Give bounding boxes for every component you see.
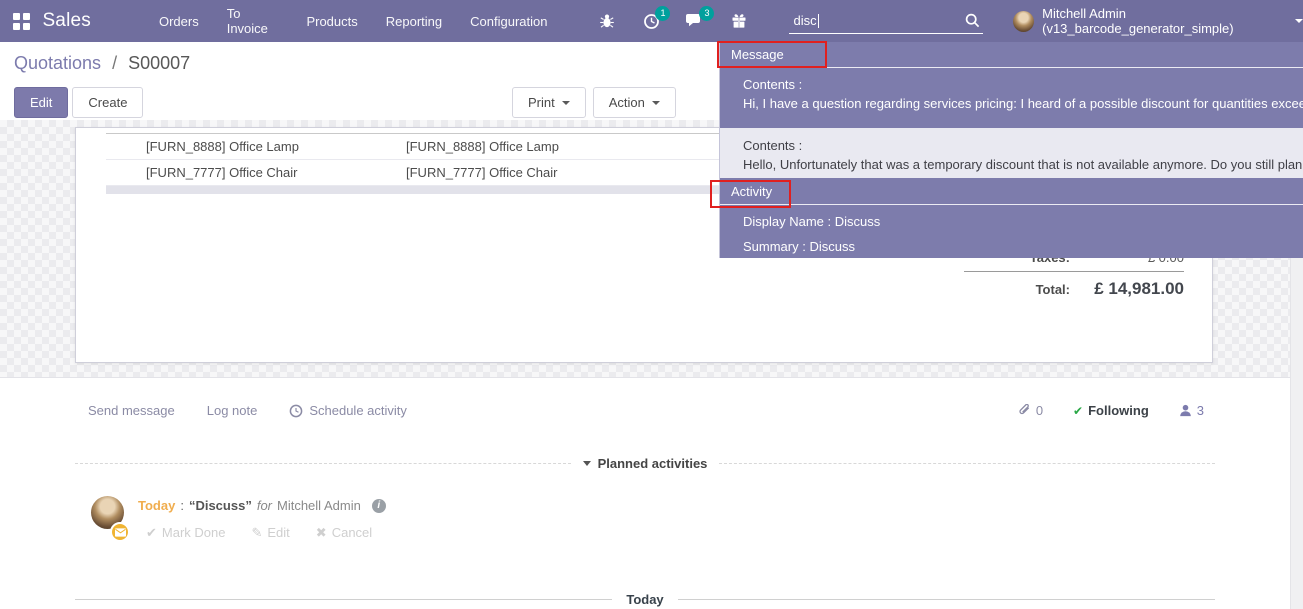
colon: : bbox=[180, 498, 184, 513]
messages-count-badge: 3 bbox=[699, 6, 714, 21]
apps-grid-icon bbox=[13, 13, 30, 30]
activity-type-badge bbox=[110, 522, 130, 542]
activity-avatar bbox=[91, 496, 124, 529]
result-text: Hi, I have a question regarding services… bbox=[743, 94, 1303, 113]
activities-clock-icon[interactable]: 1 bbox=[640, 13, 662, 30]
product-cell: [FURN_8888] Office Lamp bbox=[106, 139, 366, 154]
mark-done-label: Mark Done bbox=[162, 525, 226, 540]
schedule-activity-button[interactable]: Schedule activity bbox=[289, 403, 407, 418]
search-result-message-2[interactable]: Contents : Hello, Unfortunately that was… bbox=[720, 128, 1303, 178]
total-value: £ 14,981.00 bbox=[1084, 279, 1184, 299]
activity-due-date: Today bbox=[138, 498, 175, 513]
activity-summary: “Discuss” bbox=[189, 498, 252, 513]
activity-assignee: Mitchell Admin bbox=[277, 498, 361, 513]
planned-activities-divider: Planned activities bbox=[75, 456, 1215, 471]
check-icon: ✔ bbox=[146, 525, 157, 540]
search-result-message-1[interactable]: Contents : Hi, I have a question regardi… bbox=[720, 68, 1303, 128]
dropdown-section-activity: Activity bbox=[720, 178, 1303, 205]
schedule-activity-label: Schedule activity bbox=[309, 403, 407, 418]
breadcrumb: Quotations / S00007 bbox=[14, 53, 190, 74]
chevron-down-icon bbox=[1295, 19, 1303, 23]
breadcrumb-current: S00007 bbox=[128, 53, 190, 73]
send-message-button[interactable]: Send message bbox=[88, 403, 175, 418]
totals-separator bbox=[964, 271, 1184, 272]
chevron-down-icon bbox=[562, 101, 570, 105]
mark-done-button[interactable]: ✔ Mark Done bbox=[146, 525, 225, 541]
user-avatar bbox=[1013, 11, 1034, 32]
divider-line bbox=[678, 599, 1215, 600]
gift-icon[interactable] bbox=[728, 13, 750, 29]
followers-button[interactable]: 3 bbox=[1179, 403, 1204, 418]
date-divider-label: Today bbox=[626, 592, 663, 607]
divider-line bbox=[75, 599, 612, 600]
search-result-activity[interactable]: Display Name : Discuss Summary : Discuss bbox=[720, 205, 1303, 258]
menu-orders[interactable]: Orders bbox=[159, 14, 199, 29]
dropdown-section-message: Message bbox=[720, 42, 1303, 68]
edit-label: Edit bbox=[267, 525, 289, 540]
planned-activities-label: Planned activities bbox=[598, 456, 708, 471]
person-icon bbox=[1179, 404, 1192, 417]
user-name: Mitchell Admin (v13_barcode_generator_si… bbox=[1042, 6, 1283, 36]
x-icon: ✖ bbox=[316, 525, 327, 540]
planned-activity-item: Today: “Discuss” for Mitchell Admin i ✔ M… bbox=[91, 496, 386, 541]
breadcrumb-quotations-link[interactable]: Quotations bbox=[14, 53, 101, 73]
following-button[interactable]: ✔ Following bbox=[1073, 403, 1149, 418]
search-results-dropdown: Message Contents : Hi, I have a question… bbox=[719, 42, 1303, 258]
search-icon bbox=[965, 13, 980, 28]
text-cursor bbox=[818, 14, 819, 28]
odoo-sales-screen: Sales Orders To Invoice Products Reporti… bbox=[0, 0, 1303, 609]
info-icon[interactable]: i bbox=[372, 499, 386, 513]
following-label: Following bbox=[1088, 403, 1149, 418]
activity-for-word: for bbox=[257, 498, 272, 513]
menu-configuration[interactable]: Configuration bbox=[470, 14, 547, 29]
user-menu[interactable]: Mitchell Admin (v13_barcode_generator_si… bbox=[1013, 6, 1303, 36]
breadcrumb-separator: / bbox=[112, 53, 117, 73]
result-label: Contents : bbox=[743, 136, 1303, 155]
check-icon: ✔ bbox=[1073, 404, 1083, 418]
cancel-label: Cancel bbox=[332, 525, 372, 540]
chatter: Send message Log note Schedule activity … bbox=[0, 377, 1303, 609]
activity-cancel-button[interactable]: ✖ Cancel bbox=[316, 525, 372, 541]
result-text: Hello, Unfortunately that was a temporar… bbox=[743, 155, 1303, 174]
pencil-icon: ✎ bbox=[251, 525, 262, 540]
menu-products[interactable]: Products bbox=[306, 14, 357, 29]
dashed-line bbox=[719, 463, 1215, 464]
activity-edit-button[interactable]: ✎ Edit bbox=[251, 525, 289, 541]
action-label: Action bbox=[609, 95, 645, 110]
planned-activities-toggle[interactable]: Planned activities bbox=[583, 456, 708, 471]
clock-icon bbox=[289, 404, 303, 418]
attachment-count: 0 bbox=[1036, 403, 1043, 418]
log-note-button[interactable]: Log note bbox=[207, 403, 258, 418]
result-display-name: Display Name : Discuss bbox=[743, 209, 1303, 234]
result-label: Contents : bbox=[743, 75, 1303, 94]
product-cell: [FURN_7777] Office Chair bbox=[106, 165, 366, 180]
total-label: Total: bbox=[956, 282, 1084, 297]
action-dropdown-button[interactable]: Action bbox=[593, 87, 676, 118]
menu-to-invoice[interactable]: To Invoice bbox=[227, 6, 279, 36]
envelope-icon bbox=[115, 528, 126, 537]
menu-reporting[interactable]: Reporting bbox=[386, 14, 442, 29]
paperclip-icon bbox=[1018, 404, 1031, 418]
search-query-text: disc bbox=[793, 13, 816, 28]
follower-count: 3 bbox=[1197, 403, 1204, 418]
apps-menu-button[interactable] bbox=[0, 0, 42, 42]
caret-down-icon bbox=[583, 461, 591, 466]
attachments-button[interactable]: 0 bbox=[1018, 403, 1043, 418]
activities-count-badge: 1 bbox=[655, 6, 670, 21]
search-input[interactable]: disc bbox=[789, 8, 983, 34]
dashed-line bbox=[75, 463, 571, 464]
result-summary: Summary : Discuss bbox=[743, 234, 1303, 258]
create-button[interactable]: Create bbox=[72, 87, 143, 118]
top-navbar: Sales Orders To Invoice Products Reporti… bbox=[0, 0, 1303, 42]
date-divider: Today bbox=[75, 592, 1215, 607]
messages-chat-icon[interactable]: 3 bbox=[684, 13, 706, 29]
debug-bug-icon[interactable] bbox=[596, 13, 618, 29]
total-row: Total: £ 14,981.00 bbox=[956, 275, 1184, 303]
navbar-systray: 1 3 bbox=[585, 13, 761, 30]
print-dropdown-button[interactable]: Print bbox=[512, 87, 586, 118]
app-title[interactable]: Sales bbox=[42, 10, 91, 32]
print-label: Print bbox=[528, 95, 555, 110]
edit-button[interactable]: Edit bbox=[14, 87, 68, 118]
chevron-down-icon bbox=[652, 101, 660, 105]
